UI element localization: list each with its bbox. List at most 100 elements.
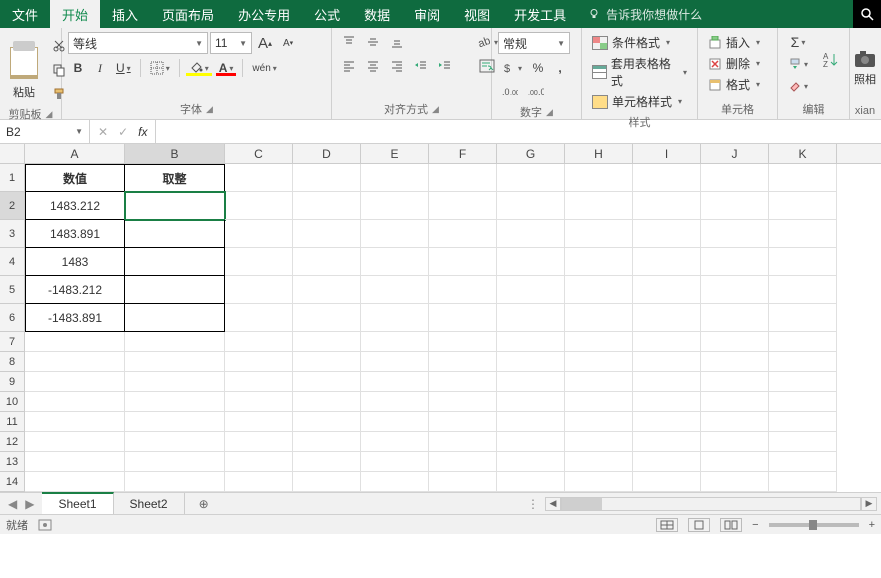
conditional-format-button[interactable]: 条件格式▾ — [588, 32, 674, 53]
cell-J1[interactable] — [701, 164, 769, 192]
cell-F2[interactable] — [429, 192, 497, 220]
cell-J14[interactable] — [701, 472, 769, 492]
cell-D2[interactable] — [293, 192, 361, 220]
cell-I3[interactable] — [633, 220, 701, 248]
cell-A9[interactable] — [25, 372, 125, 392]
cell-K3[interactable] — [769, 220, 837, 248]
align-middle-button[interactable] — [362, 32, 384, 52]
view-page-break-button[interactable] — [720, 518, 742, 532]
cell-K1[interactable] — [769, 164, 837, 192]
cell-E9[interactable] — [361, 372, 429, 392]
cell-D8[interactable] — [293, 352, 361, 372]
cell-A4[interactable]: 1483 — [25, 248, 125, 276]
macro-record-icon[interactable] — [38, 519, 52, 531]
cell-I9[interactable] — [633, 372, 701, 392]
align-left-button[interactable] — [338, 56, 360, 76]
cell-I4[interactable] — [633, 248, 701, 276]
sort-filter-button[interactable]: AZ — [818, 34, 844, 86]
cell-B12[interactable] — [125, 432, 225, 452]
cell-A7[interactable] — [25, 332, 125, 352]
col-header-B[interactable]: B — [125, 144, 225, 163]
cell-C9[interactable] — [225, 372, 293, 392]
cell-E10[interactable] — [361, 392, 429, 412]
cell-G6[interactable] — [497, 304, 565, 332]
cell-C14[interactable] — [225, 472, 293, 492]
increase-decimal-button[interactable]: .0.00 — [498, 82, 522, 102]
phonetic-button[interactable]: wén▾ — [248, 58, 280, 78]
row-header-13[interactable]: 13 — [0, 452, 25, 472]
zoom-in-button[interactable]: + — [869, 519, 875, 531]
comma-button[interactable]: , — [550, 58, 570, 78]
cell-B10[interactable] — [125, 392, 225, 412]
bold-button[interactable]: B — [68, 58, 88, 78]
cell-H5[interactable] — [565, 276, 633, 304]
cell-K2[interactable] — [769, 192, 837, 220]
delete-cells-button[interactable]: 删除▾ — [704, 53, 764, 74]
decrease-font-button[interactable]: A▾ — [278, 33, 298, 53]
underline-button[interactable]: U▾ — [112, 58, 135, 78]
cell-F13[interactable] — [429, 452, 497, 472]
fill-button[interactable]: ▾ — [784, 54, 812, 74]
cell-F11[interactable] — [429, 412, 497, 432]
fx-icon[interactable]: fx — [138, 125, 147, 139]
cell-K12[interactable] — [769, 432, 837, 452]
cell-E7[interactable] — [361, 332, 429, 352]
cell-K5[interactable] — [769, 276, 837, 304]
row-header-11[interactable]: 11 — [0, 412, 25, 432]
row-header-14[interactable]: 14 — [0, 472, 25, 492]
cell-F7[interactable] — [429, 332, 497, 352]
cell-K4[interactable] — [769, 248, 837, 276]
cell-K9[interactable] — [769, 372, 837, 392]
cell-F1[interactable] — [429, 164, 497, 192]
align-right-button[interactable] — [386, 56, 408, 76]
cell-I8[interactable] — [633, 352, 701, 372]
cell-H3[interactable] — [565, 220, 633, 248]
cell-A8[interactable] — [25, 352, 125, 372]
cell-H9[interactable] — [565, 372, 633, 392]
cell-E6[interactable] — [361, 304, 429, 332]
hscrollbar[interactable] — [561, 497, 861, 511]
tab-nav[interactable]: ◀ ▶ — [0, 493, 42, 514]
menu-office[interactable]: 办公专用 — [226, 0, 302, 28]
menu-insert[interactable]: 插入 — [100, 0, 150, 28]
cell-D14[interactable] — [293, 472, 361, 492]
col-header-F[interactable]: F — [429, 144, 497, 163]
cell-F14[interactable] — [429, 472, 497, 492]
cell-E2[interactable] — [361, 192, 429, 220]
italic-button[interactable]: I — [90, 58, 110, 78]
font-launcher-icon[interactable]: ◢ — [206, 104, 213, 115]
cell-styles-button[interactable]: 单元格样式▾ — [588, 91, 686, 112]
sheet-tab-1[interactable]: Sheet1 — [42, 492, 113, 514]
cell-E13[interactable] — [361, 452, 429, 472]
split-handle-icon[interactable]: ⋮ — [527, 497, 539, 511]
cell-E8[interactable] — [361, 352, 429, 372]
cell-C7[interactable] — [225, 332, 293, 352]
cell-H4[interactable] — [565, 248, 633, 276]
menu-file[interactable]: 文件 — [0, 0, 50, 28]
menu-view[interactable]: 视图 — [452, 0, 502, 28]
cell-H12[interactable] — [565, 432, 633, 452]
view-normal-button[interactable] — [656, 518, 678, 532]
cell-D1[interactable] — [293, 164, 361, 192]
cell-D11[interactable] — [293, 412, 361, 432]
row-header-4[interactable]: 4 — [0, 248, 25, 276]
row-header-1[interactable]: 1 — [0, 164, 25, 192]
insert-cells-button[interactable]: 插入▾ — [704, 32, 764, 53]
col-header-I[interactable]: I — [633, 144, 701, 163]
cell-F8[interactable] — [429, 352, 497, 372]
cell-J8[interactable] — [701, 352, 769, 372]
enter-icon[interactable]: ✓ — [118, 125, 128, 139]
cell-F4[interactable] — [429, 248, 497, 276]
cell-K13[interactable] — [769, 452, 837, 472]
cell-K6[interactable] — [769, 304, 837, 332]
camera-icon[interactable] — [853, 49, 877, 69]
cell-G12[interactable] — [497, 432, 565, 452]
cell-B13[interactable] — [125, 452, 225, 472]
cell-H2[interactable] — [565, 192, 633, 220]
clear-button[interactable]: ▾ — [784, 76, 812, 96]
cell-I10[interactable] — [633, 392, 701, 412]
add-sheet-button[interactable]: ⊕ — [185, 493, 223, 514]
col-header-G[interactable]: G — [497, 144, 565, 163]
cell-J7[interactable] — [701, 332, 769, 352]
cell-D9[interactable] — [293, 372, 361, 392]
